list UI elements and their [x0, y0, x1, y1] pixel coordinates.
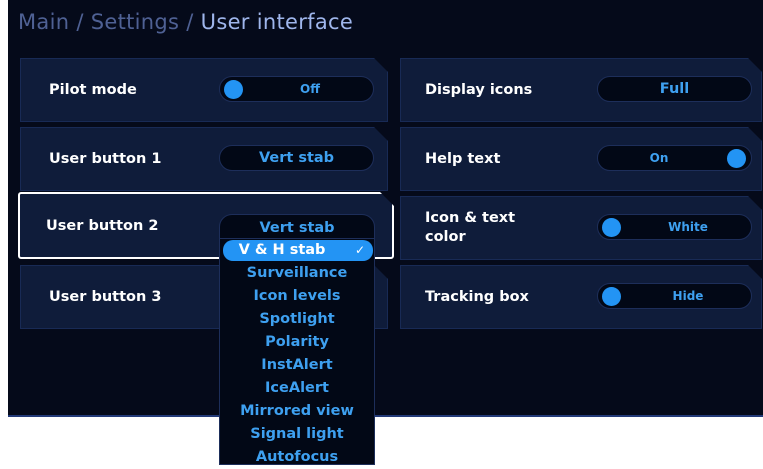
pilot-mode-label: Pilot mode [49, 82, 137, 98]
tracking-box-label: Tracking box [425, 289, 529, 305]
breadcrumb-separator: / [186, 10, 194, 34]
user-button-1-select[interactable]: Vert stab [219, 145, 374, 171]
user-button-1-label: User button 1 [49, 151, 162, 167]
toggle-knob [602, 218, 621, 237]
toggle-knob [224, 80, 243, 99]
icon-text-color-label: Icon & text color [425, 210, 516, 245]
breadcrumb-separator: / [76, 10, 84, 34]
user-button-2-label: User button 2 [46, 217, 159, 234]
help-text-value: On [649, 151, 669, 165]
icon-text-color-toggle[interactable]: White [597, 214, 752, 240]
dropdown-option-instalert[interactable]: InstAlert [220, 354, 374, 377]
user-button-2-dropdown: V & H stab ✓ Surveillance Icon levels Sp… [219, 238, 375, 465]
pilot-mode-value: Off [300, 82, 320, 96]
dropdown-option-spotlight[interactable]: Spotlight [220, 308, 374, 331]
breadcrumb-current: User interface [200, 10, 354, 34]
breadcrumb: Main / Settings / User interface [18, 10, 353, 38]
icon-text-color-value: White [668, 220, 708, 234]
breadcrumb-settings[interactable]: Settings [91, 10, 180, 34]
dropdown-option-icealert[interactable]: IceAlert [220, 377, 374, 400]
display-icons-value: Full [659, 81, 690, 97]
check-icon: ✓ [354, 243, 365, 257]
dropdown-option-v-h-stab[interactable]: V & H stab ✓ [220, 239, 374, 262]
selected-highlight: V & H stab ✓ [223, 240, 373, 261]
tracking-box-toggle[interactable]: Hide [597, 283, 752, 309]
pilot-mode-toggle[interactable]: Off [219, 76, 374, 102]
toggle-knob [602, 287, 621, 306]
user-button-3-label: User button 3 [49, 289, 162, 305]
breadcrumb-main[interactable]: Main [18, 10, 69, 34]
option-label: V & H stab [238, 242, 326, 258]
settings-screen: Main / Settings / User interface Pilot mode … [8, 0, 763, 417]
help-text-toggle[interactable]: On [597, 145, 752, 171]
help-text-label: Help text [425, 151, 501, 167]
dropdown-option-autofocus[interactable]: Autofocus [220, 446, 374, 469]
dropdown-option-surveillance[interactable]: Surveillance [220, 262, 374, 285]
display-icons-select[interactable]: Full [597, 76, 752, 102]
user-button-1-value: Vert stab [258, 150, 335, 166]
dropdown-option-polarity[interactable]: Polarity [220, 331, 374, 354]
toggle-knob [727, 149, 746, 168]
dropdown-option-signal-light[interactable]: Signal light [220, 423, 374, 446]
dropdown-option-icon-levels[interactable]: Icon levels [220, 285, 374, 308]
dropdown-option-mirrored-view[interactable]: Mirrored view [220, 400, 374, 423]
display-icons-label: Display icons [425, 82, 533, 98]
tracking-box-value: Hide [672, 289, 704, 303]
